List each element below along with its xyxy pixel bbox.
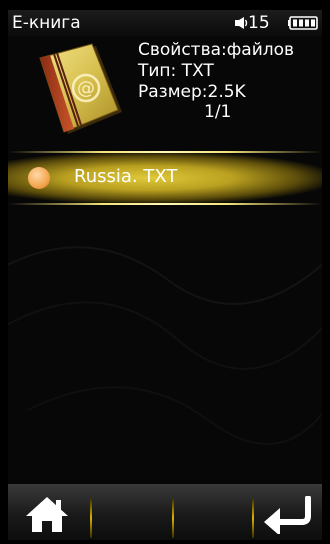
background-swirl [8, 246, 322, 445]
properties-label: Свойства:файлов [138, 40, 295, 60]
home-icon [26, 497, 68, 532]
app-title: Е-книга [12, 13, 81, 33]
ebook-screen: Е-книга 15 @ Свойства:файлов Тип: TXT Ра… [8, 10, 322, 540]
home-button[interactable] [8, 484, 88, 540]
file-size: Размер:2.5K [138, 82, 246, 102]
bottom-toolbar [8, 484, 322, 540]
file-name: Russia. TXT [74, 166, 178, 187]
address-book-icon: @ [39, 43, 122, 134]
volume-level: 15 [248, 13, 270, 33]
back-button[interactable] [254, 484, 322, 540]
toolbar-empty-slot-1[interactable] [92, 484, 172, 540]
page-counter: 1/1 [204, 102, 232, 122]
return-arrow-icon [264, 496, 311, 534]
toolbar-empty-slot-2[interactable] [174, 484, 252, 540]
battery-icon [288, 16, 318, 30]
file-properties: Свойства:файлов Тип: TXT Размер:2.5K [138, 40, 294, 103]
selected-bullet-icon [28, 167, 50, 189]
status-bar: Е-книга 15 [8, 10, 322, 36]
file-type: Тип: TXT [138, 61, 214, 81]
list-item-russia-txt[interactable]: Russia. TXT [8, 151, 322, 205]
svg-text:@: @ [77, 78, 95, 99]
speaker-icon [235, 17, 248, 29]
